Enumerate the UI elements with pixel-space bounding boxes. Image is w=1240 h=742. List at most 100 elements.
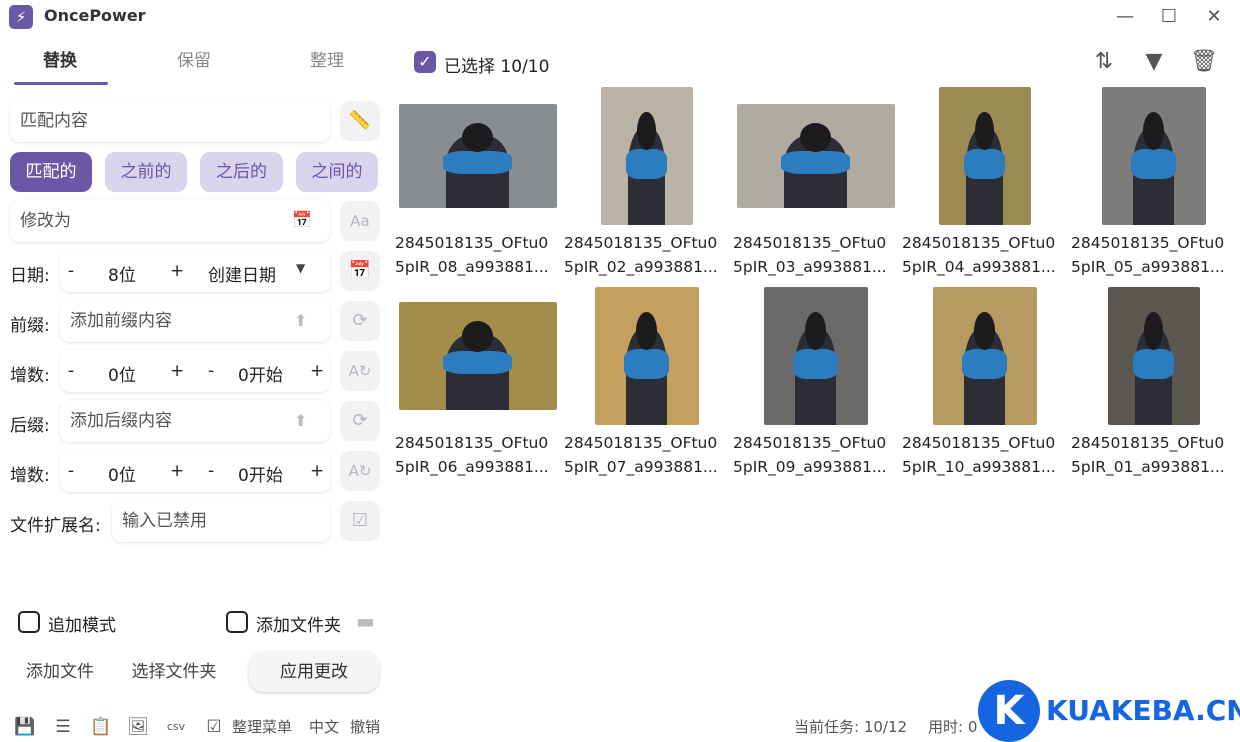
extension-input[interactable]: 输入已禁用	[112, 500, 330, 542]
sort-icon[interactable]: ⇅	[1090, 48, 1118, 76]
file-thumbnail-card[interactable]: 2845018135_OFtu0 5pIR_02_a993881...	[564, 86, 729, 276]
chevron-down-icon[interactable]: ▼	[296, 261, 305, 275]
add-folder-checkbox[interactable]	[226, 611, 248, 633]
file-name-line1: 2845018135_OFtu0	[733, 234, 887, 252]
language-link[interactable]: 中文	[309, 716, 339, 737]
file-name: 2845018135_OFtu0 5pIR_07_a993881...	[564, 431, 734, 479]
increment-field	[60, 350, 330, 392]
increment-minus-button[interactable]: -	[68, 461, 74, 481]
select-folder-button[interactable]: 选择文件夹	[122, 652, 226, 692]
increment-digits-value: 0位	[108, 366, 136, 386]
close-button[interactable]: ✕	[1199, 4, 1229, 30]
increment-label: 增数:	[10, 366, 50, 386]
trash-icon[interactable]: 🗑	[1190, 48, 1218, 76]
file-thumbnail-card[interactable]: 2845018135_OFtu0 5pIR_03_a993881...	[733, 86, 898, 276]
file-name-line1: 2845018135_OFtu0	[395, 234, 549, 252]
file-name-line1: 2845018135_OFtu0	[564, 434, 718, 452]
tab-replace[interactable]: 替换	[10, 46, 110, 86]
file-name-line2: 5pIR_06_a993881...	[395, 458, 549, 476]
minimize-button[interactable]: —	[1110, 4, 1140, 30]
maximize-button[interactable]: ☐	[1154, 4, 1184, 30]
increment-plus-button[interactable]: +	[170, 361, 184, 381]
file-thumbnail-card[interactable]: 2845018135_OFtu0 5pIR_05_a993881...	[1071, 86, 1236, 276]
ruler-icon[interactable]: 📏	[340, 101, 380, 141]
replace-input[interactable]: 修改为	[10, 200, 330, 242]
elapsed-time: 用时: 0	[928, 718, 978, 736]
photo-thumbnail	[736, 104, 895, 208]
refresh-icon[interactable]: ⟳	[340, 401, 380, 441]
suffix-input[interactable]: 添加后缀内容	[60, 400, 330, 442]
tab-organize[interactable]: 整理	[277, 46, 377, 86]
increment-minus-button[interactable]: -	[68, 361, 74, 381]
title-bar: ⚡ OncePower — ☐ ✕	[0, 0, 1240, 34]
clipboard-icon[interactable]: 📋	[90, 716, 112, 738]
file-thumbnail-card[interactable]: 2845018135_OFtu0 5pIR_09_a993881...	[733, 286, 898, 476]
image-icon[interactable]: 🖼	[127, 716, 149, 738]
date-label: 日期:	[10, 266, 50, 286]
file-thumbnail-card[interactable]: 2845018135_OFtu0 5pIR_10_a993881...	[902, 286, 1067, 476]
check-icon[interactable]: ☑	[340, 501, 380, 541]
mode-between-button[interactable]: 之间的	[296, 152, 378, 192]
thumbnail-frame	[733, 86, 898, 226]
prefix-input[interactable]: 添加前缀内容	[60, 300, 330, 342]
save-icon[interactable]: 💾	[14, 716, 36, 738]
start-minus-button[interactable]: -	[208, 361, 214, 381]
organize-menu-link[interactable]: 整理菜单	[232, 716, 292, 737]
file-thumbnail-card[interactable]: 2845018135_OFtu0 5pIR_01_a993881...	[1071, 286, 1236, 476]
increment-plus-button[interactable]: +	[170, 461, 184, 481]
mode-before-button[interactable]: 之前的	[105, 152, 187, 192]
lightning-icon: ⚡	[9, 5, 33, 29]
upload-icon[interactable]: ⬆	[294, 311, 307, 330]
thumbnail-frame	[902, 86, 1067, 226]
file-thumbnail-card[interactable]: 2845018135_OFtu0 5pIR_07_a993881...	[564, 286, 729, 476]
extension-label: 文件扩展名:	[10, 516, 101, 536]
start-plus-button[interactable]: +	[310, 361, 324, 381]
csv-icon[interactable]: csv	[165, 716, 187, 738]
file-name: 2845018135_OFtu0 5pIR_02_a993881...	[564, 231, 734, 279]
file-thumbnail-card[interactable]: 2845018135_OFtu0 5pIR_06_a993881...	[395, 286, 560, 476]
file-name: 2845018135_OFtu0 5pIR_09_a993881...	[733, 431, 903, 479]
mode-match-button[interactable]: 匹配的	[10, 152, 92, 192]
date-plus-button[interactable]: +	[170, 261, 184, 281]
thumbnail-frame	[1071, 86, 1236, 226]
folder-icon: ▬	[356, 609, 375, 633]
photo-thumbnail	[938, 87, 1031, 225]
case-icon[interactable]: Aa	[340, 201, 380, 241]
file-name-line1: 2845018135_OFtu0	[1071, 434, 1225, 452]
check-icon[interactable]: ☑	[203, 716, 225, 738]
apply-changes-button[interactable]: 应用更改	[249, 652, 379, 692]
refresh-icon[interactable]: ⟳	[340, 301, 380, 341]
date-field	[60, 250, 330, 292]
append-mode-label: 追加模式	[48, 616, 116, 636]
file-thumbnail-card[interactable]: 2845018135_OFtu0 5pIR_04_a993881...	[902, 86, 1067, 276]
tab-keep[interactable]: 保留	[144, 46, 244, 86]
filter-icon[interactable]: ▼	[1140, 48, 1168, 76]
increment-field	[60, 450, 330, 492]
file-thumbnail-card[interactable]: 2845018135_OFtu0 5pIR_08_a993881...	[395, 86, 560, 276]
active-tab-indicator	[14, 82, 108, 85]
upload-icon[interactable]: ⬆	[294, 411, 307, 430]
calendar-icon[interactable]: 📅	[292, 210, 312, 229]
list-icon[interactable]: ☰	[52, 716, 74, 738]
photo-thumbnail	[1101, 87, 1206, 225]
add-file-button[interactable]: 添加文件	[10, 652, 110, 692]
match-input[interactable]: 匹配内容	[10, 100, 330, 142]
file-name: 2845018135_OFtu0 5pIR_01_a993881...	[1071, 431, 1240, 479]
date-type-select[interactable]: 创建日期	[208, 261, 276, 286]
file-name-line2: 5pIR_02_a993881...	[564, 258, 718, 276]
thumbnail-frame	[733, 286, 898, 426]
sort-numeric-icon[interactable]: A↻	[340, 451, 380, 491]
file-name-line1: 2845018135_OFtu0	[564, 234, 718, 252]
select-all-checkbox[interactable]: ✓	[414, 51, 436, 73]
undo-link[interactable]: 撤销	[350, 716, 380, 737]
start-value: 0开始	[238, 366, 283, 386]
start-minus-button[interactable]: -	[208, 461, 214, 481]
file-name-line1: 2845018135_OFtu0	[902, 234, 1056, 252]
sort-numeric-icon[interactable]: A↻	[340, 351, 380, 391]
append-mode-checkbox[interactable]	[18, 611, 40, 633]
start-plus-button[interactable]: +	[310, 461, 324, 481]
mode-after-button[interactable]: 之后的	[200, 152, 283, 192]
date-minus-button[interactable]: -	[68, 261, 74, 281]
file-name: 2845018135_OFtu0 5pIR_03_a993881...	[733, 231, 903, 279]
calendar-icon[interactable]: 📅	[340, 251, 380, 291]
